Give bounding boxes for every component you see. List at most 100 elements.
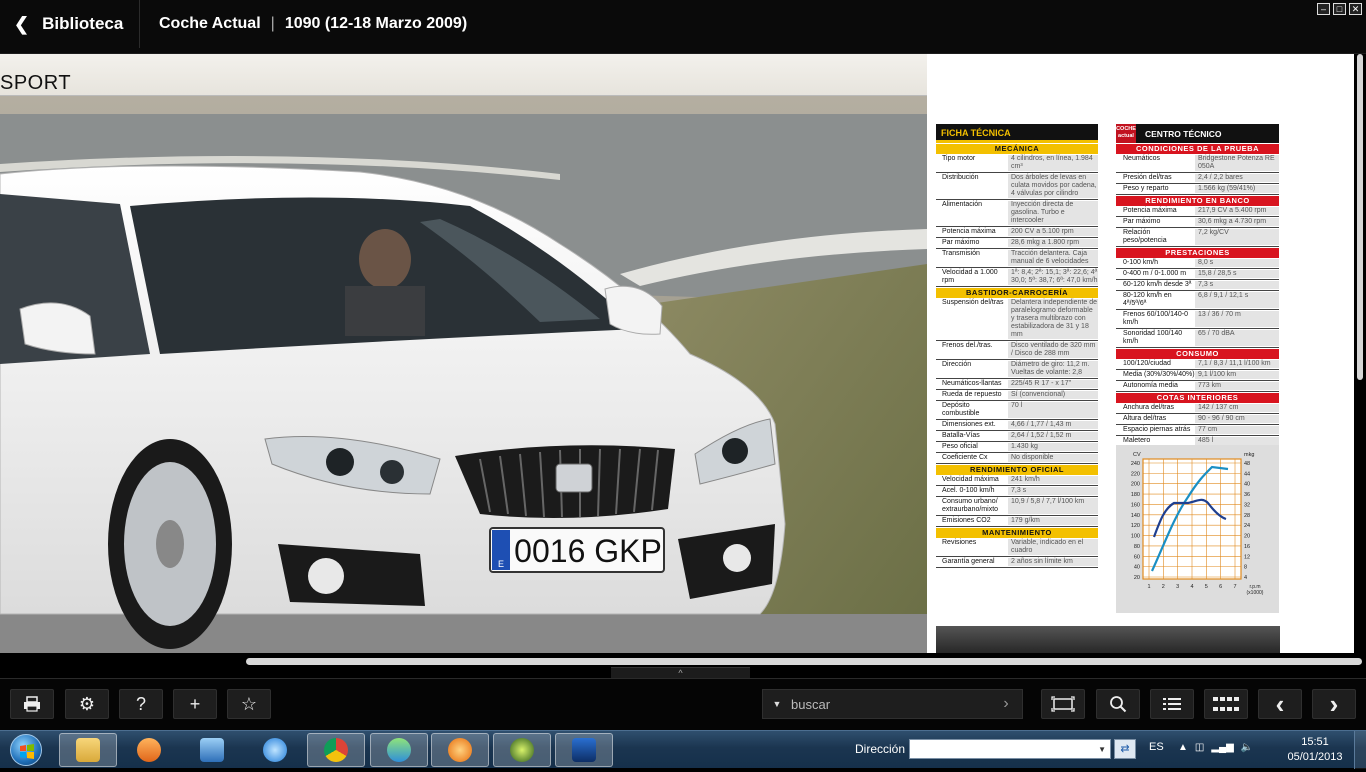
toolbar-pull-tab[interactable]: ^	[611, 667, 750, 678]
test-value: 142 / 137 cm	[1195, 404, 1279, 412]
thumbnails-button[interactable]	[1204, 689, 1248, 719]
spec-section-header: MANTENIMIENTO	[936, 528, 1098, 538]
back-button-label: Biblioteca	[42, 14, 124, 33]
taskbar-app-7[interactable]	[431, 733, 489, 767]
print-button[interactable]	[10, 689, 54, 719]
test-label: Sonoridad 100/140 km/h	[1123, 330, 1183, 345]
spec-label: Tipo motor	[942, 155, 976, 162]
maximize-icon[interactable]: □	[1333, 3, 1346, 15]
power-torque-svg: 240 48220 44200 40180 36160 32140 28120 24100 20…	[1131, 452, 1264, 596]
spec-row: Rueda de repuesto Sí (convencional)	[936, 390, 1098, 401]
spec-row: Garantía general 2 años sin límite km	[936, 557, 1098, 568]
test-label: 0-100 km/h	[1123, 259, 1159, 266]
right-tick-label: 36	[1244, 492, 1250, 498]
test-value: 8,0 s	[1195, 259, 1279, 267]
taskbar-internet-explorer[interactable]	[246, 733, 304, 767]
spec-row: Coeficiente Cx No disponible	[936, 453, 1098, 464]
grid-icon	[1213, 697, 1239, 711]
address-go-button[interactable]: ⇄	[1114, 739, 1136, 759]
spec-value: Dos árboles de levas en culata movidos p…	[1008, 174, 1098, 198]
magazine-page-specs: FICHA TÉCNICA MECÁNICA Tipo motor 4 cilind…	[927, 54, 1354, 653]
address-dropdown-icon[interactable]: ▼	[1098, 745, 1106, 754]
test-row: Anchura del/tras 142 / 137 cm	[1116, 403, 1279, 414]
clock-date: 05/01/2013	[1287, 751, 1343, 763]
taskbar-app-3[interactable]	[183, 733, 241, 767]
table-of-contents-button[interactable]	[1150, 689, 1194, 719]
magazine-reader[interactable]: E 0016 GKP SPORT FICHA TÉCNICA MECÁNICA T…	[0, 54, 1366, 666]
start-button[interactable]	[4, 732, 48, 768]
test-label: Autonomía media	[1123, 382, 1178, 389]
spec-row: Velocidad a 1.000 rpm 1ª: 8,4; 2ª: 15,1; …	[936, 268, 1098, 287]
language-indicator[interactable]: ES	[1149, 741, 1164, 753]
volume-icon[interactable]: 🔈	[1241, 742, 1253, 753]
test-value: 485 l	[1195, 437, 1279, 445]
spec-label: Alimentación	[942, 201, 983, 208]
spec-label: Revisiones	[942, 539, 977, 546]
show-desktop-button[interactable]	[1354, 731, 1366, 769]
settings-button[interactable]: ⚙	[65, 689, 109, 719]
issue-title: 1090 (12-18 Marzo 2009)	[284, 15, 468, 32]
add-button[interactable]: +	[173, 689, 217, 719]
previous-page-button[interactable]: ‹	[1258, 689, 1302, 719]
test-label: Frenos 60/100/140-0 km/h	[1123, 311, 1188, 326]
test-row: 0-400 m / 0-1.000 m 15,8 / 28,5 s	[1116, 269, 1279, 280]
test-row: Par máximo 30,6 mkg a 4.730 rpm	[1116, 217, 1279, 228]
spec-value: 241 km/h	[1008, 476, 1098, 484]
right-axis-unit: mkg	[1244, 452, 1254, 458]
close-icon[interactable]: ✕	[1349, 3, 1362, 15]
spec-label: Acel. 0-100 km/h	[942, 487, 995, 494]
zoom-search-button[interactable]	[1096, 689, 1140, 719]
window-controls: – □ ✕	[1317, 3, 1362, 15]
search-go-icon[interactable]: ›	[991, 695, 1021, 713]
spec-row: Alimentación Inyección directa de gasolin…	[936, 200, 1098, 227]
right-tick-label: 28	[1244, 513, 1250, 519]
taskbar-zinio[interactable]	[555, 733, 613, 767]
taskbar-messenger[interactable]	[370, 733, 428, 767]
test-value: 9,1 l/100 km	[1195, 371, 1279, 379]
left-tick-label: 200	[1131, 482, 1140, 488]
spec-value: 200 CV a 5.100 rpm	[1008, 228, 1098, 236]
search-box[interactable]: ▼ ›	[762, 689, 1023, 719]
taskbar-explorer[interactable]	[59, 733, 117, 767]
test-label: Relación peso/potencia	[1123, 229, 1167, 244]
x-tick-label: 4	[1190, 584, 1193, 590]
right-tick-label: 32	[1244, 502, 1250, 508]
address-label: Dirección	[855, 742, 906, 756]
taskbar-chrome[interactable]	[307, 733, 365, 767]
search-scope-dropdown-icon[interactable]: ▼	[763, 699, 791, 709]
test-row: 80-120 km/h en 4ª/5ª/6ª 6,8 / 9,1 / 12,1 …	[1116, 291, 1279, 310]
fit-page-button[interactable]	[1041, 689, 1085, 719]
address-field[interactable]: ▼	[909, 739, 1111, 759]
vertical-scrollbar-thumb[interactable]	[1357, 54, 1363, 380]
spec-row: Peso oficial 1.430 kg	[936, 442, 1098, 453]
spec-label: Depósito combustible	[942, 402, 980, 417]
fit-page-icon	[1051, 696, 1075, 712]
chevron-left-icon: ‹	[1275, 689, 1285, 719]
vertical-scrollbar[interactable]	[1354, 54, 1366, 653]
spec-label: Par máximo	[942, 239, 980, 246]
spec-row: Acel. 0-100 km/h 7,3 s	[936, 486, 1098, 497]
taskbar-media-player[interactable]	[120, 733, 178, 767]
system-clock[interactable]: 15:51 05/01/2013	[1282, 735, 1348, 765]
horizontal-scrollbar[interactable]	[246, 658, 1362, 665]
section-title: SPORT	[0, 72, 72, 94]
signal-icon[interactable]: ▂▄▆	[1211, 742, 1233, 753]
back-to-library-button[interactable]: ❮ Biblioteca	[0, 0, 140, 48]
test-row: Espacio piernas atrás 77 cm	[1116, 425, 1279, 436]
help-button[interactable]: ?	[119, 689, 163, 719]
interior-photo-strip	[936, 626, 1280, 653]
taskbar-app-8[interactable]	[493, 733, 551, 767]
test-value: 6,8 / 9,1 / 12,1 s	[1195, 292, 1279, 308]
device-icon[interactable]: ◫	[1195, 742, 1204, 753]
minimize-icon[interactable]: –	[1317, 3, 1330, 15]
spec-row: Emisiones CO2 179 g/km	[936, 516, 1098, 527]
show-hidden-icons-icon[interactable]: ▲	[1178, 742, 1188, 753]
spec-label: Distribución	[942, 174, 979, 181]
x-tick-label: 5	[1205, 584, 1208, 590]
search-input[interactable]	[791, 696, 991, 712]
messenger-icon	[387, 738, 411, 762]
test-value: 1.566 kg (59/41%)	[1195, 185, 1279, 193]
favorite-button[interactable]: ☆	[227, 689, 271, 719]
next-page-button[interactable]: ›	[1312, 689, 1356, 719]
spec-row: Par máximo 28,6 mkg a 1.800 rpm	[936, 238, 1098, 249]
